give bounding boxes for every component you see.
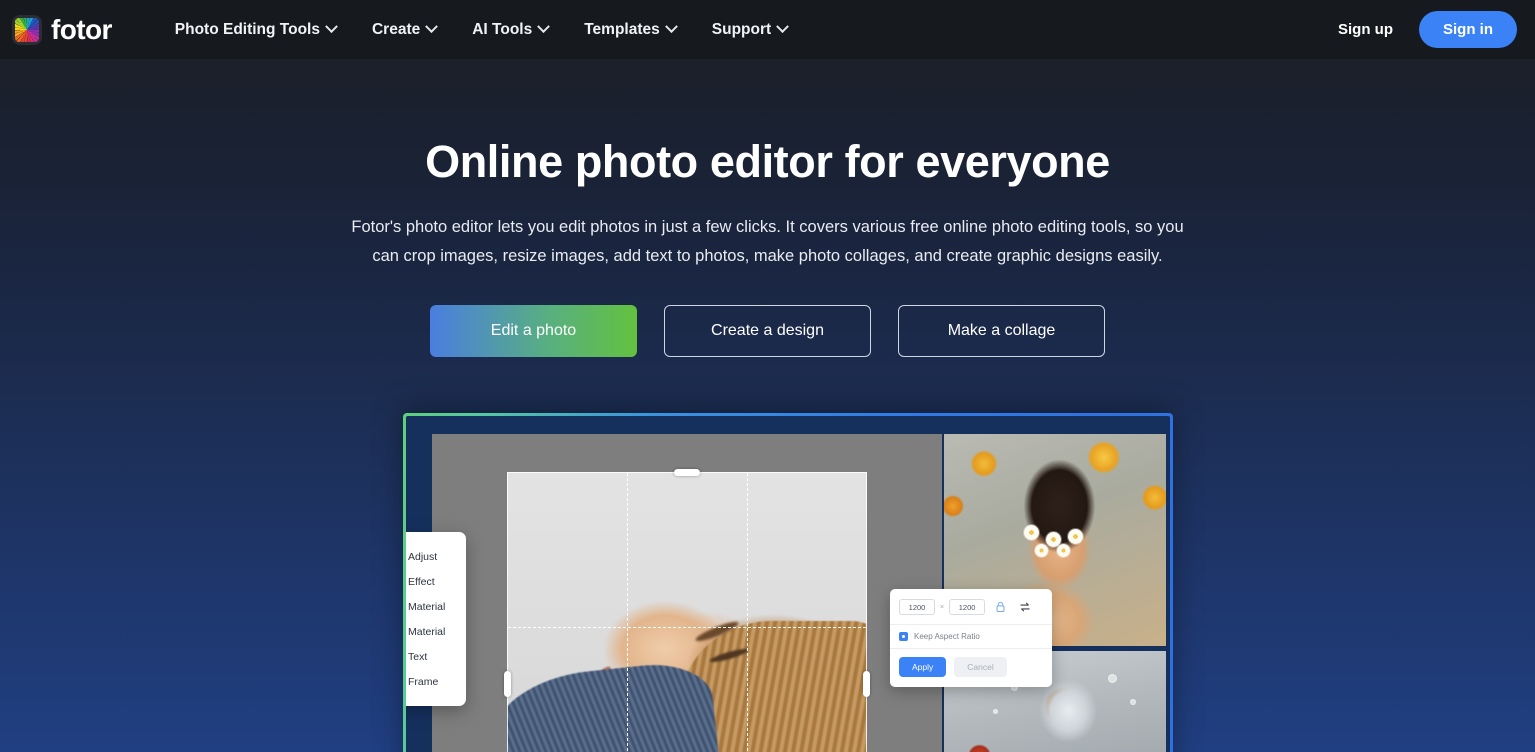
tool-label: Text [408,650,428,663]
chevron-down-icon [425,20,439,34]
height-input[interactable]: 1200 [949,599,986,615]
editor-preview-frame: Adjust Effect Material Material Text Fra… [403,413,1173,752]
crop-handle-middle-right[interactable] [863,671,870,697]
tool-item-frame[interactable]: Frame [406,669,466,694]
apply-button[interactable]: Apply [899,657,947,677]
keep-aspect-ratio-label: Keep Aspect Ratio [914,632,980,641]
nav-item-templates[interactable]: Templates [566,13,694,47]
crop-guide-horizontal [508,627,866,628]
chevron-down-icon [325,20,338,34]
lock-aspect-button[interactable] [990,598,1010,616]
swap-arrows-icon [1020,602,1030,612]
tool-label: Material [408,625,446,638]
crop-handle-top-center[interactable] [674,469,700,476]
header-actions: Sign up Sign in [1330,11,1517,48]
nav-item-ai-tools[interactable]: AI Tools [454,13,566,47]
site-header: fotor Photo Editing Tools Create AI Tool… [0,0,1535,59]
sign-in-button[interactable]: Sign in [1419,11,1517,48]
tool-label: Adjust [408,550,438,563]
sign-up-button[interactable]: Sign up [1330,15,1401,44]
chevron-down-icon [776,20,790,34]
crop-handle-middle-left[interactable] [504,671,511,697]
nav-item-create[interactable]: Create [354,13,454,47]
hero-section: Online photo editor for everyone Fotor's… [0,59,1535,357]
tool-label: Frame [408,675,439,688]
page-title: Online photo editor for everyone [425,136,1110,187]
tool-item-adjust[interactable]: Adjust [406,544,466,569]
brand-name: fotor [51,13,112,45]
nav-label: AI Tools [472,20,533,38]
hero-subtitle: Fotor's photo editor lets you edit photo… [351,217,1184,265]
resize-dimensions-row: 1200 × 1200 [890,589,1052,625]
crop-guide-vertical-1 [627,473,629,752]
nav-label: Photo Editing Tools [174,20,320,38]
lock-icon [996,601,1005,613]
nav-label: Create [371,20,421,38]
create-a-design-button[interactable]: Create a design [664,304,871,357]
tool-item-effect[interactable]: Effect [406,569,466,594]
tool-item-text[interactable]: Text [406,644,466,669]
edit-a-photo-button[interactable]: Edit a photo [430,304,637,357]
nav-item-photo-editing-tools[interactable]: Photo Editing Tools [157,13,354,47]
crop-guide-vertical-2 [746,473,748,752]
nav-label: Support [711,20,772,38]
main-navigation: Photo Editing Tools Create AI Tools Temp… [157,13,805,47]
crop-overlay[interactable] [504,469,870,752]
chevron-down-icon [537,20,551,34]
editor-preview-inner: Adjust Effect Material Material Text Fra… [406,416,1170,752]
fotor-color-wheel-logo-icon [12,14,42,45]
make-a-collage-button[interactable]: Make a collage [898,304,1105,357]
resize-dialog-actions: Apply Cancel [890,649,1052,687]
resize-dialog: 1200 × 1200 Keep Aspect Ratio Apply Canc… [890,589,1052,687]
dimension-separator: × [940,603,945,611]
tool-item-material-hex[interactable]: Material [406,619,466,644]
swap-dimensions-button[interactable] [1015,598,1035,616]
tool-label: Effect [408,575,435,588]
editor-tools-panel: Adjust Effect Material Material Text Fra… [406,532,466,706]
nav-item-support[interactable]: Support [694,13,805,47]
cancel-button[interactable]: Cancel [954,657,1007,677]
tool-label: Material [408,600,446,613]
tool-item-material-eye[interactable]: Material [406,594,466,619]
nav-label: Templates [584,20,660,38]
page-root: fotor Photo Editing Tools Create AI Tool… [0,0,1535,752]
chevron-down-icon [664,20,678,34]
brand-logo[interactable]: fotor [12,13,112,45]
width-input[interactable]: 1200 [899,599,935,615]
cta-button-row: Edit a photo Create a design Make a coll… [0,304,1535,357]
keep-aspect-ratio-checkbox[interactable] [899,632,908,641]
keep-aspect-ratio-row[interactable]: Keep Aspect Ratio [890,625,1052,649]
